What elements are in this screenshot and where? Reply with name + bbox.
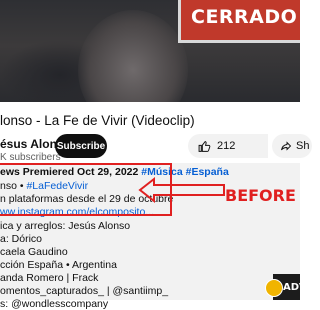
annotation-before-label: BEFORE — [225, 186, 296, 205]
like-button[interactable]: 212 — [188, 134, 268, 158]
credit-line: ica y arreglos: Jesús Alonso — [0, 220, 131, 232]
video-title: lonso - La Fe de Vivir (Videoclip) — [0, 113, 195, 128]
thumbs-up-icon — [198, 140, 211, 152]
watermark-text: ADVI — [283, 282, 311, 293]
credit-line: caela Gaudino — [0, 246, 68, 258]
video-player[interactable]: CERRADO — [0, 0, 300, 102]
share-icon — [281, 141, 292, 151]
share-button[interactable]: Sh — [272, 134, 312, 158]
credit-line: omentos_capturados_ | @santiimp_ — [0, 285, 169, 297]
share-label: Sh — [296, 140, 310, 152]
credit-line: cción España • Argentina — [0, 259, 117, 271]
subscriber-count: K subscribers — [0, 152, 61, 163]
video-figure-shape — [78, 10, 188, 102]
closed-sign: CERRADO — [178, 0, 300, 43]
subscribe-button[interactable]: Subscribe — [55, 134, 107, 158]
annotation-arrow-icon — [138, 176, 225, 204]
watermark-logo-icon — [265, 279, 283, 297]
like-count: 212 — [217, 140, 236, 152]
closed-sign-text: CERRADO — [191, 6, 298, 28]
credit-line: anda Romero | Frack — [0, 272, 99, 284]
credit-line: a: Dórico — [0, 233, 43, 245]
